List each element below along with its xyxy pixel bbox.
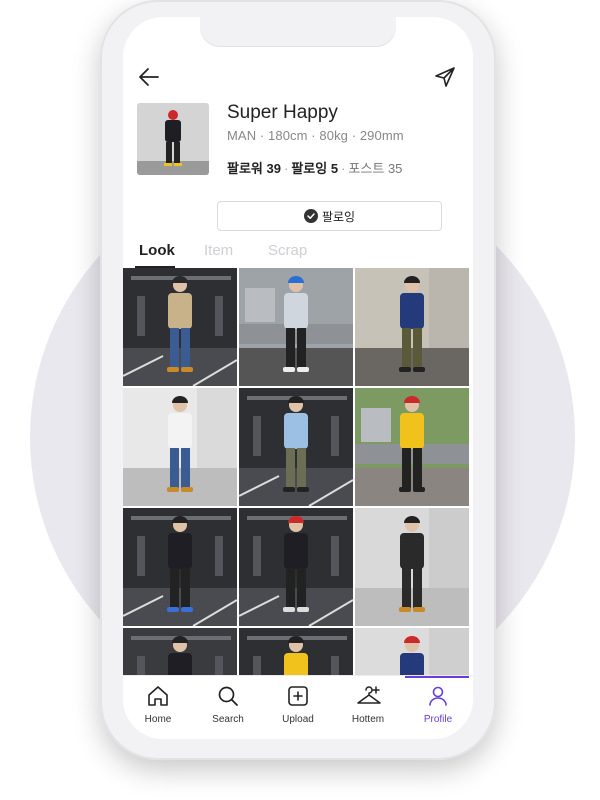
- profile-icon: [429, 686, 447, 706]
- look-thumbnail[interactable]: [355, 508, 469, 626]
- following-button[interactable]: 팔로잉: [217, 201, 442, 231]
- app-screen: Super Happy MAN · 180cm · 80kg · 290mm 팔…: [123, 17, 473, 739]
- following-stat[interactable]: 팔로잉 5: [291, 161, 338, 176]
- nav-home-label: Home: [144, 714, 172, 725]
- look-thumbnail[interactable]: [239, 508, 353, 626]
- followers-stat[interactable]: 팔로워 39: [227, 161, 281, 176]
- search-icon: [218, 686, 238, 706]
- nav-upload-label: Upload: [282, 714, 314, 725]
- look-thumbnail[interactable]: [239, 388, 353, 506]
- profile-tabs: Look Item Scrap: [123, 239, 473, 268]
- look-thumbnail[interactable]: [355, 388, 469, 506]
- look-thumbnail[interactable]: [123, 508, 237, 626]
- nav-upload[interactable]: Upload: [263, 676, 333, 739]
- bottom-navigation: Home Search Upload Hottem Profile: [123, 675, 473, 739]
- following-label: 팔로잉: [291, 161, 328, 176]
- nav-profile-label: Profile: [423, 714, 453, 725]
- look-thumbnail[interactable]: [123, 388, 237, 506]
- stat-separator: ·: [341, 161, 346, 176]
- nav-search-label: Search: [212, 714, 244, 725]
- posts-stat: 포스트 35: [348, 161, 402, 176]
- tab-look[interactable]: Look: [139, 242, 175, 259]
- posts-label: 포스트: [348, 161, 385, 176]
- tab-scrap[interactable]: Scrap: [268, 242, 307, 259]
- profile-name: Super Happy: [227, 102, 338, 123]
- check-circle-icon: [303, 209, 318, 223]
- upload-icon: [288, 686, 308, 706]
- profile-body-info: MAN · 180cm · 80kg · 290mm: [227, 128, 404, 143]
- phone-notch: [200, 17, 396, 47]
- nav-search[interactable]: Search: [193, 676, 263, 739]
- following-button-label: 팔로잉: [321, 209, 356, 224]
- hanger-icon: [357, 686, 381, 704]
- followers-count: 39: [266, 161, 281, 176]
- nav-profile[interactable]: Profile: [403, 676, 473, 739]
- look-thumbnail[interactable]: [239, 268, 353, 386]
- following-count: 5: [330, 161, 339, 176]
- nav-hottem-label: Hottem: [351, 714, 385, 725]
- look-thumbnail[interactable]: [355, 268, 469, 386]
- profile-avatar[interactable]: [137, 103, 209, 175]
- stat-separator: ·: [283, 161, 289, 176]
- profile-stats: 팔로워 39 · 팔로잉 5 · 포스트 35: [227, 158, 402, 177]
- tab-item[interactable]: Item: [204, 242, 233, 259]
- nav-home[interactable]: Home: [123, 676, 193, 739]
- send-icon[interactable]: [432, 64, 458, 90]
- home-icon: [148, 686, 168, 706]
- back-arrow-icon[interactable]: [136, 64, 162, 90]
- look-grid: [123, 268, 473, 683]
- followers-label: 팔로워: [227, 161, 263, 176]
- nav-hottem[interactable]: Hottem: [333, 676, 403, 739]
- look-thumbnail[interactable]: [123, 268, 237, 386]
- posts-count: 35: [387, 161, 403, 176]
